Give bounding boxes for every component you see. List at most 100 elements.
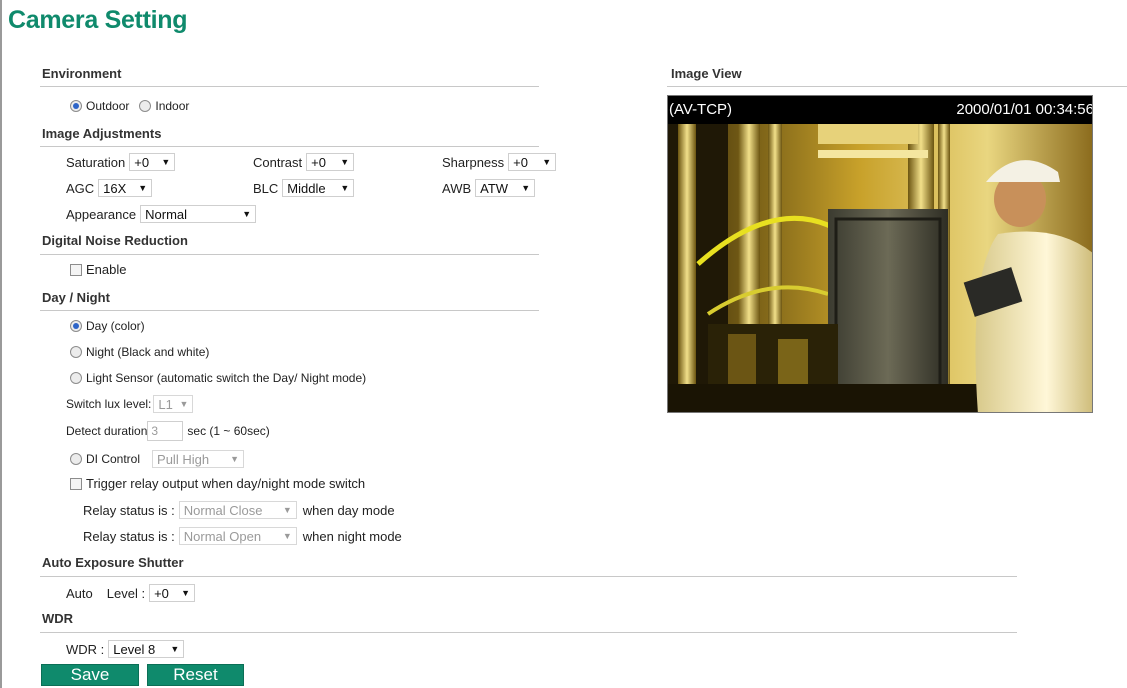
di-control-radio[interactable] bbox=[70, 453, 82, 465]
wdr-heading: WDR bbox=[42, 611, 74, 626]
detect-duration-suffix: sec (1 ~ 60sec) bbox=[187, 424, 270, 438]
blc-label: BLC bbox=[253, 180, 279, 196]
awb-label: AWB bbox=[442, 180, 472, 196]
di-control-label[interactable]: DI Control bbox=[86, 452, 140, 466]
camera-overlay-bar: (AV-TCP) 2000/01/01 00:34:56 bbox=[668, 96, 1092, 124]
relay-night-select[interactable]: Normal Open ▼ bbox=[178, 527, 297, 545]
wdr-select[interactable]: Level 8 ▼ bbox=[108, 640, 185, 658]
dnr-enable-label[interactable]: Enable bbox=[86, 262, 126, 277]
blc-select[interactable]: Middle ▼ bbox=[282, 179, 355, 197]
night-label[interactable]: Night (Black and white) bbox=[86, 345, 209, 359]
environment-heading: Environment bbox=[42, 66, 122, 81]
outdoor-radio[interactable] bbox=[70, 100, 82, 112]
saturation-row: Saturation +0 ▼ bbox=[66, 153, 181, 171]
contrast-label: Contrast bbox=[253, 154, 303, 170]
light-sensor-label[interactable]: Light Sensor (automatic switch the Day/ … bbox=[86, 371, 366, 385]
night-radio[interactable] bbox=[70, 346, 82, 358]
camera-view: (AV-TCP) 2000/01/01 00:34:56 bbox=[667, 95, 1093, 413]
shutter-row: Auto Level : +0 ▼ bbox=[66, 584, 201, 602]
divider bbox=[40, 254, 539, 255]
chevron-down-icon: ▼ bbox=[521, 183, 531, 193]
detect-duration-row: Detect duration 3 sec (1 ~ 60sec) bbox=[66, 421, 270, 441]
relay-day-suffix: when day mode bbox=[302, 502, 395, 518]
chevron-down-icon: ▼ bbox=[340, 157, 350, 167]
sharpness-select[interactable]: +0 ▼ bbox=[508, 153, 557, 171]
divider bbox=[40, 86, 539, 87]
light-sensor-option: Light Sensor (automatic switch the Day/ … bbox=[70, 371, 366, 385]
day-option: Day (color) bbox=[70, 319, 145, 333]
relay-night-suffix: when night mode bbox=[302, 528, 402, 544]
shutter-auto-label: Auto bbox=[66, 585, 93, 601]
di-control-row: DI Control Pull High ▼ bbox=[70, 450, 250, 468]
sharpness-label: Sharpness bbox=[442, 154, 505, 170]
relay-day-row: Relay status is : Normal Close ▼ when day… bbox=[83, 501, 395, 519]
image-adjustments-heading: Image Adjustments bbox=[42, 126, 162, 141]
day-radio[interactable] bbox=[70, 320, 82, 332]
contrast-row: Contrast +0 ▼ bbox=[253, 153, 360, 171]
chevron-down-icon: ▼ bbox=[170, 644, 180, 654]
appearance-row: Appearance Normal ▼ bbox=[66, 205, 262, 223]
chevron-down-icon: ▼ bbox=[242, 209, 252, 219]
shutter-level-label: Level : bbox=[106, 585, 146, 601]
chevron-down-icon: ▼ bbox=[230, 454, 240, 464]
appearance-select[interactable]: Normal ▼ bbox=[140, 205, 257, 223]
switch-lux-select[interactable]: L1 ▼ bbox=[153, 395, 194, 413]
divider bbox=[40, 310, 539, 311]
divider bbox=[40, 576, 1017, 577]
trigger-relay-label[interactable]: Trigger relay output when day/night mode… bbox=[86, 476, 365, 491]
chevron-down-icon: ▼ bbox=[161, 157, 171, 167]
blc-row: BLC Middle ▼ bbox=[253, 179, 360, 197]
image-view-heading: Image View bbox=[671, 66, 742, 81]
divider bbox=[40, 146, 539, 147]
saturation-label: Saturation bbox=[66, 154, 126, 170]
outdoor-label[interactable]: Outdoor bbox=[86, 99, 129, 113]
switch-lux-label: Switch lux level: bbox=[66, 397, 152, 411]
relay-night-label: Relay status is : bbox=[83, 528, 175, 544]
chevron-down-icon: ▼ bbox=[282, 505, 292, 515]
chevron-down-icon: ▼ bbox=[340, 183, 350, 193]
chevron-down-icon: ▼ bbox=[542, 157, 552, 167]
appearance-label: Appearance bbox=[66, 206, 137, 222]
left-border bbox=[0, 0, 2, 688]
relay-day-label: Relay status is : bbox=[83, 502, 175, 518]
camera-overlay-left: (AV-TCP) bbox=[669, 101, 733, 118]
indoor-radio[interactable] bbox=[139, 100, 152, 112]
wdr-row: WDR : Level 8 ▼ bbox=[66, 640, 190, 658]
awb-row: AWB ATW ▼ bbox=[442, 179, 541, 197]
agc-select[interactable]: 16X ▼ bbox=[98, 179, 153, 197]
sharpness-row: Sharpness +0 ▼ bbox=[442, 153, 562, 171]
indoor-label[interactable]: Indoor bbox=[155, 99, 189, 113]
shutter-level-select[interactable]: +0 ▼ bbox=[149, 584, 196, 602]
relay-day-select[interactable]: Normal Close ▼ bbox=[178, 501, 297, 519]
dnr-enable-checkbox[interactable] bbox=[70, 263, 82, 276]
night-option: Night (Black and white) bbox=[70, 345, 209, 359]
detect-duration-label: Detect duration bbox=[66, 424, 148, 438]
camera-overlay-timestamp: 2000/01/01 00:34:56 bbox=[956, 101, 1093, 118]
chevron-down-icon: ▼ bbox=[138, 183, 148, 193]
shutter-heading: Auto Exposure Shutter bbox=[42, 555, 184, 570]
page-title: Camera Setting bbox=[8, 6, 188, 34]
relay-night-row: Relay status is : Normal Open ▼ when nigh… bbox=[83, 527, 402, 545]
di-control-select[interactable]: Pull High ▼ bbox=[152, 450, 245, 468]
day-night-heading: Day / Night bbox=[42, 290, 110, 305]
chevron-down-icon: ▼ bbox=[179, 399, 189, 409]
chevron-down-icon: ▼ bbox=[282, 531, 292, 541]
saturation-select[interactable]: +0 ▼ bbox=[129, 153, 176, 171]
divider bbox=[667, 86, 1127, 87]
day-label[interactable]: Day (color) bbox=[86, 319, 145, 333]
contrast-select[interactable]: +0 ▼ bbox=[306, 153, 355, 171]
wdr-label: WDR : bbox=[66, 641, 105, 657]
environment-options: Outdoor Indoor bbox=[70, 99, 189, 113]
chevron-down-icon: ▼ bbox=[181, 588, 191, 598]
detect-duration-input[interactable]: 3 bbox=[147, 421, 184, 441]
dnr-heading: Digital Noise Reduction bbox=[42, 233, 188, 248]
camera-image bbox=[668, 124, 1092, 412]
trigger-relay-row: Trigger relay output when day/night mode… bbox=[70, 476, 365, 491]
save-button[interactable]: Save bbox=[41, 664, 139, 686]
awb-select[interactable]: ATW ▼ bbox=[475, 179, 536, 197]
agc-row: AGC 16X ▼ bbox=[66, 179, 158, 197]
reset-button[interactable]: Reset bbox=[147, 664, 244, 686]
divider bbox=[40, 632, 1017, 633]
light-sensor-radio[interactable] bbox=[70, 372, 82, 384]
trigger-relay-checkbox[interactable] bbox=[70, 477, 82, 490]
